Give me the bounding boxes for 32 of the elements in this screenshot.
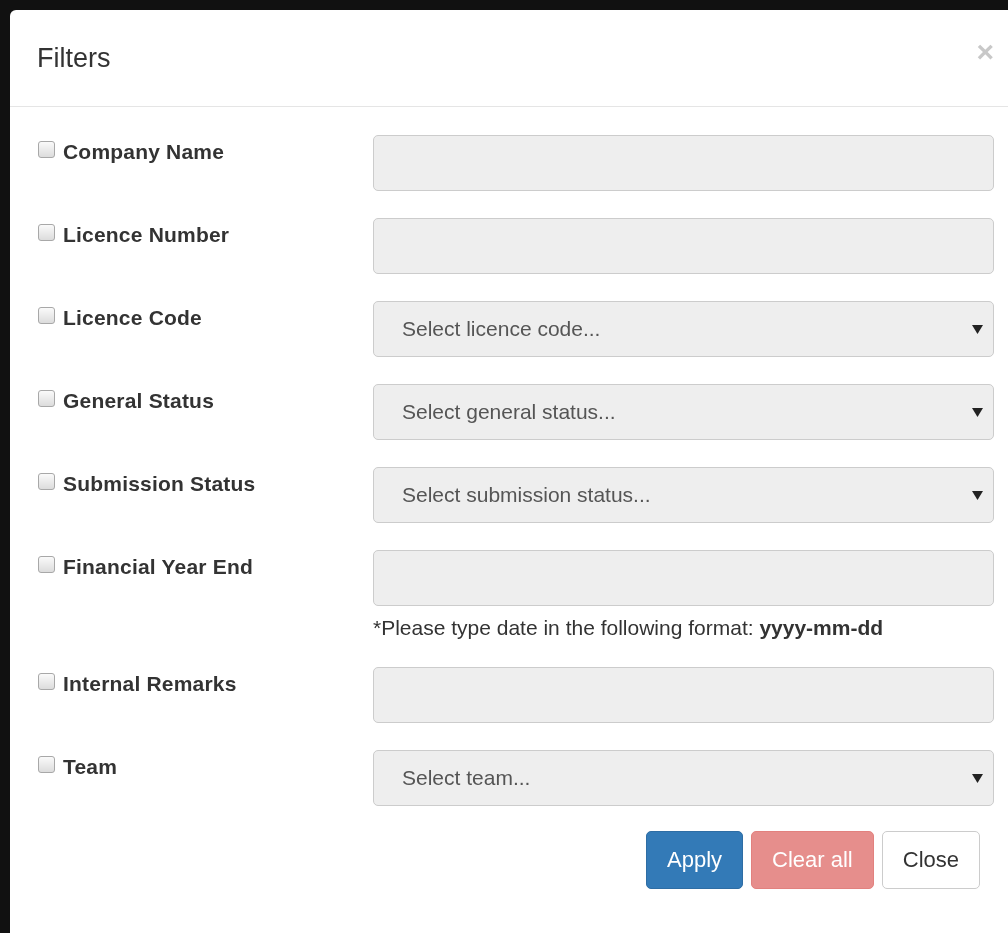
filter-label: General Status [63,389,215,413]
checkbox[interactable] [38,307,55,324]
caret-icon [972,490,983,500]
select-field[interactable]: Select team... [373,750,994,806]
text-field[interactable] [373,135,994,191]
select-field[interactable]: Select licence code... [373,301,994,357]
filter-label: Internal Remarks [63,672,237,696]
text-field[interactable] [373,550,994,606]
filter-label: Financial Year End [63,555,253,579]
text-field[interactable] [373,667,994,723]
caret-icon [972,773,983,783]
filter-label: Team [63,755,118,779]
filter-label: Licence Code [63,306,202,330]
checkbox[interactable] [38,673,55,690]
checkbox[interactable] [38,473,55,490]
checkbox[interactable] [38,141,55,158]
filter-label: Submission Status [63,472,256,496]
filter-label: Company Name [63,140,225,164]
filter-label: Licence Number [63,223,230,247]
checkbox[interactable] [38,224,55,241]
caret-icon [972,324,983,334]
checkbox[interactable] [38,756,55,773]
select-field[interactable]: Select general status... [373,384,994,440]
close-button[interactable]: Close [881,831,980,889]
format-hint: *Please type date in the following format: yyyy-mm-dd [373,616,885,640]
text-field[interactable] [373,218,994,274]
checkbox[interactable] [38,390,55,407]
caret-icon [972,407,983,417]
checkbox[interactable] [38,556,55,573]
apply-button[interactable]: Apply [646,831,744,889]
dialog-title: Filters [37,42,111,74]
select-field[interactable]: Select submission status... [373,467,994,523]
